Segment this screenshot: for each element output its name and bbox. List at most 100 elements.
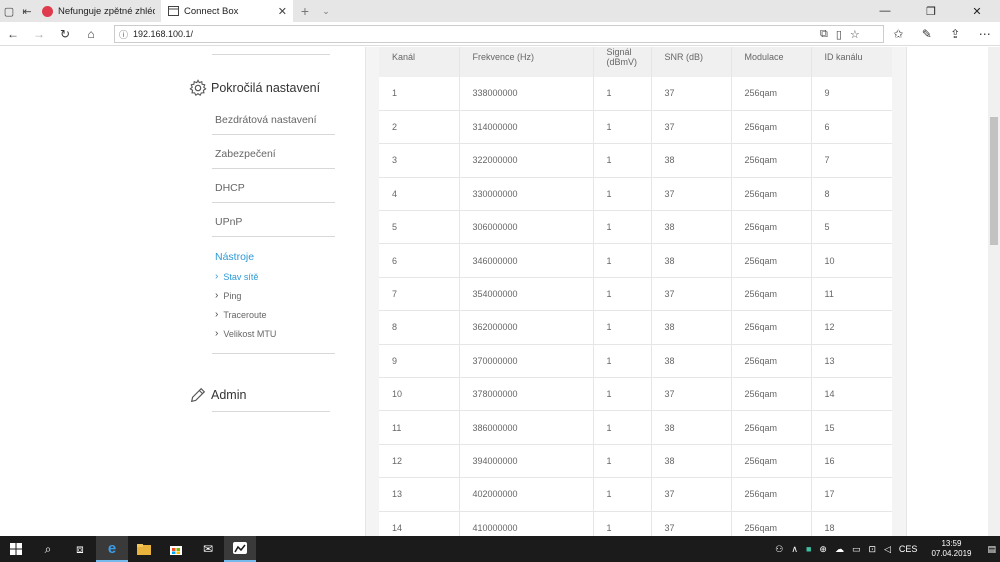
tab-nefunguje[interactable]: Nefunguje zpětné zhlédnutí — [36, 0, 161, 22]
pen-icon[interactable]: ✎ — [922, 27, 932, 41]
table-cell: 16 — [811, 444, 892, 479]
back-icon[interactable]: ← — [0, 27, 26, 41]
divider — [212, 202, 335, 203]
submenu-network-status[interactable]: › Stav sítě — [215, 271, 258, 282]
pencil-icon — [190, 387, 206, 403]
volume-icon[interactable]: ◁ — [884, 544, 891, 555]
scrollbar[interactable] — [988, 47, 1000, 536]
table-cell: 1 — [593, 310, 652, 345]
column-header: SNR (dB) — [651, 47, 732, 77]
table-cell: 256qam — [731, 377, 812, 412]
table-row: 2 314000000 1 37 256qam 6 — [379, 110, 892, 145]
table-cell: 38 — [651, 243, 732, 278]
table-cell: 38 — [651, 410, 732, 445]
table-row: 10 378000000 1 37 256qam 14 — [379, 377, 892, 412]
app-tray-icon[interactable]: ■ — [806, 544, 811, 554]
table-cell: 9 — [379, 344, 460, 379]
table-row: 9 370000000 1 38 256qam 13 — [379, 344, 892, 379]
menu-item-dhcp[interactable]: DHCP — [215, 182, 245, 194]
maximize-icon[interactable]: ❐ — [908, 0, 954, 22]
table-row: 14 410000000 1 37 256qam 18 — [379, 511, 892, 536]
table-cell: 13 — [811, 344, 892, 379]
clock[interactable]: 13:59 07.04.2019 — [927, 539, 975, 559]
search-icon[interactable]: ⌕ — [32, 536, 64, 562]
app-icon[interactable] — [224, 536, 256, 562]
new-tab-icon[interactable]: + — [293, 0, 317, 22]
more-icon[interactable]: ⋯ — [979, 27, 991, 41]
file-explorer-icon[interactable] — [128, 536, 160, 562]
divider — [212, 54, 330, 55]
tab-set-aside-icon[interactable]: ▢ — [0, 0, 18, 22]
reading-view-icon[interactable]: ▯ — [836, 28, 842, 41]
divider — [212, 236, 335, 237]
divider — [212, 411, 330, 412]
store-icon[interactable] — [160, 536, 192, 562]
table-cell: 37 — [651, 377, 732, 412]
app-tray-icon[interactable]: ⊕ — [819, 544, 827, 555]
page-icon — [167, 5, 179, 17]
section-title-text: Admin — [211, 388, 247, 402]
table-cell: 7 — [379, 277, 460, 312]
people-icon[interactable]: ⚇ — [775, 544, 783, 555]
menu-item-tools[interactable]: Nástroje — [215, 251, 254, 263]
table-cell: 37 — [651, 110, 732, 145]
submenu-ping[interactable]: › Ping — [215, 290, 241, 301]
notifications-icon[interactable]: ▤ — [987, 544, 996, 555]
submenu-mtu-size[interactable]: › Velikost MTU — [215, 328, 276, 339]
table-cell: 4 — [379, 177, 460, 212]
share-icon[interactable]: ⇪ — [950, 27, 960, 41]
favorites-icon[interactable]: ✩ — [893, 27, 903, 41]
menu-item-upnp[interactable]: UPnP — [215, 216, 242, 228]
minimize-icon[interactable]: — — [862, 0, 908, 22]
tab-connect-box[interactable]: Connect Box ✕ — [161, 0, 293, 22]
table-cell: 346000000 — [459, 243, 594, 278]
table-cell: 354000000 — [459, 277, 594, 312]
advanced-settings-heading[interactable]: Pokročilá nastavení — [189, 79, 320, 97]
task-view-icon[interactable]: ⧈ — [64, 536, 96, 562]
table-cell: 1 — [593, 77, 652, 111]
tab-title: Connect Box — [184, 5, 239, 17]
submenu-traceroute[interactable]: › Traceroute — [215, 309, 267, 320]
divider — [906, 47, 907, 536]
taskbar: ⌕ ⧈ e ✉ ⚇ ∧ ■ ⊕ ☁ ▭ ⊡ ◁ CES 13:59 07.04.… — [0, 536, 1000, 562]
table-cell: 314000000 — [459, 110, 594, 145]
info-icon[interactable]: ⓘ — [119, 28, 133, 41]
language-indicator[interactable]: CES — [899, 544, 918, 554]
clock-date: 07.04.2019 — [931, 549, 972, 558]
table-row: 12 394000000 1 38 256qam 16 — [379, 444, 892, 479]
table-cell: 38 — [651, 344, 732, 379]
downstream-channels-table: Kanál Frekvence (Hz) Signál (dBmV) SNR (dB)… — [379, 47, 892, 536]
menu-item-security[interactable]: Zabezpečení — [215, 148, 276, 160]
scrollbar-thumb[interactable] — [990, 117, 998, 245]
browser-toolbar: ✩ ✎ ⇪ ⋯ — [884, 22, 1000, 46]
admin-heading[interactable]: Admin — [189, 386, 246, 404]
forward-icon[interactable]: → — [26, 27, 52, 41]
favorite-star-icon[interactable]: ☆ — [850, 28, 860, 41]
menu-item-wireless[interactable]: Bezdrátová nastavení — [215, 114, 317, 126]
chevron-down-icon[interactable]: ⌄ — [317, 0, 335, 22]
column-header: ID kanálu — [811, 47, 892, 77]
table-cell: 37 — [651, 511, 732, 536]
close-tab-icon[interactable]: ✕ — [278, 5, 287, 18]
table-cell: 5 — [379, 210, 460, 245]
clock-time: 13:59 — [941, 539, 962, 548]
table-cell: 1 — [593, 177, 652, 212]
refresh-icon[interactable]: ↻ — [52, 27, 78, 41]
close-window-icon[interactable]: ✕ — [954, 0, 1000, 22]
address-bar[interactable]: ⓘ 192.168.100.1/ — [114, 25, 884, 43]
extension-icon[interactable]: ⧉ — [820, 28, 828, 41]
mail-icon[interactable]: ✉ — [192, 536, 224, 562]
app-tray-icon[interactable]: ▭ — [852, 544, 861, 555]
table-cell: 362000000 — [459, 310, 594, 345]
windows-start-icon[interactable] — [0, 536, 32, 562]
table-header-row: Kanál Frekvence (Hz) Signál (dBmV) SNR (dB)… — [379, 47, 892, 77]
table-cell: 37 — [651, 277, 732, 312]
edge-browser-icon[interactable]: e — [96, 536, 128, 562]
network-icon[interactable]: ⊡ — [868, 544, 876, 555]
onedrive-icon[interactable]: ☁ — [835, 544, 844, 555]
table-cell: 256qam — [731, 344, 812, 379]
chevron-up-icon[interactable]: ∧ — [791, 544, 798, 555]
home-icon[interactable]: ⌂ — [78, 27, 104, 41]
tab-preview-icon[interactable]: ⇤ — [18, 0, 36, 22]
table-cell: 15 — [811, 410, 892, 445]
